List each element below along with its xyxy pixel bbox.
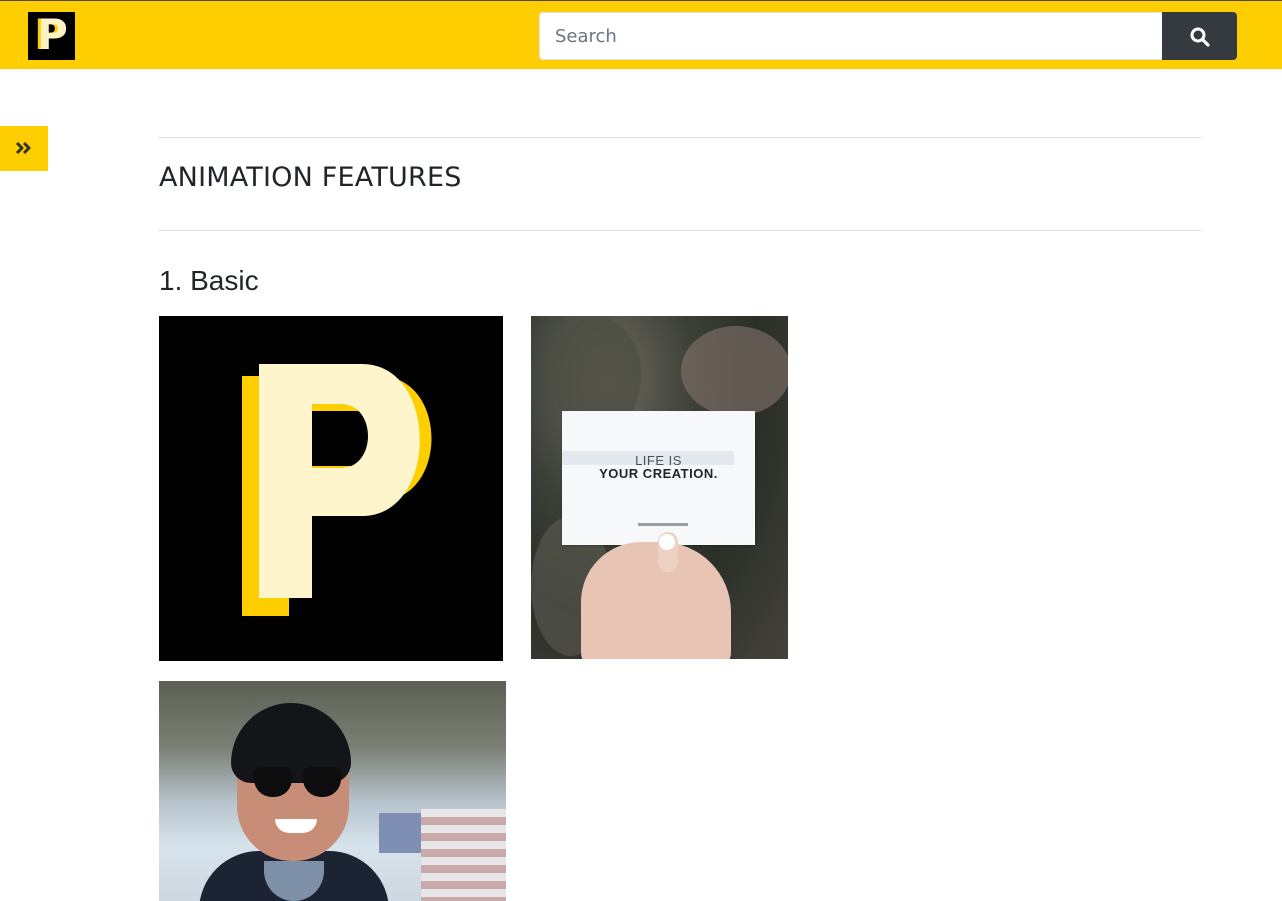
card-text-line2: YOUR CREATION.	[599, 466, 718, 481]
divider-top	[158, 137, 1201, 138]
divider-bottom	[158, 230, 1201, 231]
double-chevron-right-icon	[15, 141, 31, 155]
flag-stripes	[421, 809, 506, 901]
background-blur	[681, 326, 788, 416]
search-input[interactable]	[539, 12, 1163, 60]
search-button[interactable]	[1162, 12, 1237, 60]
logo-letter: P	[37, 12, 68, 59]
top-navbar: P	[0, 0, 1282, 69]
page-title: ANIMATION FEATURES	[159, 162, 462, 193]
sidebar-toggle-button[interactable]	[0, 126, 48, 171]
quote-card: LIFE IS YOUR CREATION.	[562, 411, 755, 545]
man-sunglasses-image[interactable]	[159, 681, 506, 901]
thumbnail-nail	[659, 534, 675, 550]
brand-logo[interactable]: P	[28, 12, 75, 60]
life-is-your-creation-card-image[interactable]: LIFE IS YOUR CREATION.	[531, 316, 788, 659]
hand	[581, 542, 731, 659]
subsection-title: 1. Basic	[159, 265, 259, 296]
animated-p-logo-image[interactable]	[159, 316, 503, 661]
search-icon	[1190, 27, 1210, 47]
p-logo-graphic	[242, 364, 432, 616]
card-footer-mark	[638, 523, 688, 526]
